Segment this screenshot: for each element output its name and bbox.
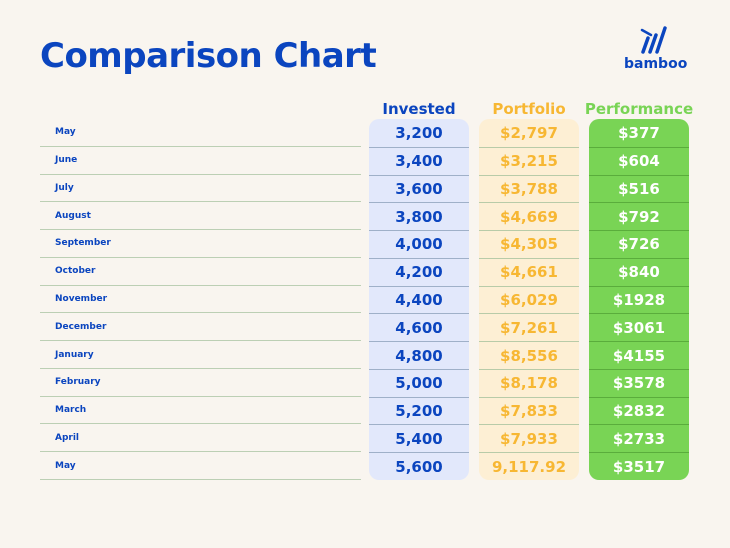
- invested-cell: 4,200: [369, 257, 469, 286]
- month-label: January: [40, 341, 361, 369]
- month-label: July: [40, 175, 361, 203]
- month-label: April: [40, 424, 361, 453]
- invested-cell: 4,800: [369, 341, 469, 369]
- month-label: May: [40, 452, 361, 480]
- month-list: May June July August September October Novembe…: [40, 119, 361, 480]
- month-label: February: [40, 369, 361, 397]
- logo-text: bamboo: [624, 56, 688, 72]
- portfolio-cell: $3,788: [479, 174, 579, 203]
- invested-cell: 4,400: [369, 285, 469, 314]
- performance-cell: $3061: [589, 313, 689, 341]
- performance-cell: $726: [589, 230, 689, 258]
- month-label: December: [40, 313, 361, 342]
- portfolio-header: Portfolio: [492, 100, 566, 118]
- invested-cell: 3,200: [395, 123, 443, 142]
- performance-cell: $840: [589, 257, 689, 286]
- portfolio-cell: $7,261: [479, 313, 579, 341]
- performance-cell: $3517: [589, 452, 689, 480]
- invested-cell: 3,600: [369, 174, 469, 203]
- portfolio-cell: $4,669: [479, 202, 579, 230]
- invested-cell: 5,200: [369, 396, 469, 425]
- month-label: May: [40, 119, 361, 147]
- portfolio-cell: $4,305: [479, 230, 579, 258]
- portfolio-cell: $2,797: [500, 123, 558, 142]
- performance-cell: $516: [589, 174, 689, 203]
- month-label: August: [40, 202, 361, 231]
- bamboo-logo-icon: [640, 26, 667, 54]
- performance-cell: $1928: [589, 285, 689, 314]
- performance-cell: $2832: [589, 396, 689, 425]
- invested-header: Invested: [382, 100, 456, 118]
- portfolio-cell: 9,117.92: [479, 452, 579, 480]
- portfolio-column: $2,797 $3,215 $3,788 $4,669 $4,305 $4,661 $6,0…: [479, 119, 579, 480]
- month-label: June: [40, 147, 361, 175]
- invested-column: 3,200 3,400 3,600 3,800 4,000 4,200 4,400 4,600…: [369, 119, 469, 480]
- performance-header: Performance: [584, 100, 694, 118]
- month-label: March: [40, 397, 361, 425]
- performance-cell: $3578: [589, 368, 689, 397]
- portfolio-cell: $4,661: [479, 257, 579, 286]
- month-label: October: [40, 258, 361, 286]
- portfolio-cell: $6,029: [479, 285, 579, 314]
- invested-cell: 3,800: [369, 202, 469, 230]
- invested-cell: 5,000: [369, 368, 469, 397]
- page-title: Comparison Chart: [40, 36, 377, 76]
- month-label: September: [40, 230, 361, 258]
- portfolio-cell: $7,933: [479, 424, 579, 452]
- bamboo-logo: bamboo: [624, 26, 688, 72]
- performance-column: $377 $604 $516 $792 $726 $840 $1928 $3061 $4155 $…: [589, 119, 689, 480]
- performance-cell: $792: [589, 202, 689, 230]
- invested-cell: 4,600: [369, 313, 469, 341]
- portfolio-cell: $8,556: [479, 341, 579, 369]
- invested-cell: 5,400: [369, 424, 469, 452]
- invested-cell: 5,600: [369, 452, 469, 480]
- invested-cell: 3,400: [369, 146, 469, 175]
- invested-cell: 4,000: [369, 230, 469, 258]
- portfolio-cell: $7,833: [479, 396, 579, 425]
- portfolio-cell: $8,178: [479, 368, 579, 397]
- performance-cell: $377: [618, 123, 660, 142]
- month-label: November: [40, 286, 361, 314]
- performance-cell: $604: [589, 146, 689, 175]
- performance-cell: $4155: [589, 341, 689, 369]
- portfolio-cell: $3,215: [479, 146, 579, 175]
- performance-cell: $2733: [589, 424, 689, 452]
